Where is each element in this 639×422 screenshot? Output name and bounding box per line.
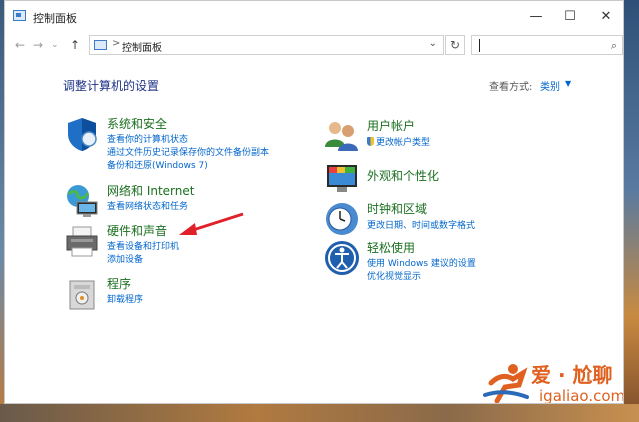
clock-icon[interactable] <box>323 200 361 238</box>
desktop-background-bottom <box>0 404 639 422</box>
page-heading: 调整计算机的设置 <box>63 79 160 93</box>
annotation-arrow-icon <box>179 212 244 235</box>
refresh-button[interactable]: ↻ <box>445 35 465 55</box>
breadcrumb-control-panel[interactable]: 控制面板 <box>122 39 162 54</box>
maximize-button[interactable]: ☐ <box>553 1 587 33</box>
site-watermark: 爱 · 尬聊 igaliao.com <box>483 357 624 404</box>
category-title[interactable]: 外观和个性化 <box>367 167 439 184</box>
watermark-runner-logo-icon <box>483 364 529 403</box>
watermark-domain-text: igaliao.com <box>539 387 624 404</box>
appearance-icon[interactable] <box>323 159 361 197</box>
link-uninstall-program[interactable]: 卸载程序 <box>107 292 143 305</box>
control-panel-small-icon <box>94 40 107 50</box>
network-icon[interactable] <box>63 182 101 220</box>
uac-shield-icon <box>367 137 374 146</box>
view-by-chevron-icon[interactable]: ▼ <box>565 79 571 88</box>
accessibility-icon[interactable] <box>323 239 361 277</box>
watermark-chinese-text: 爱 · 尬聊 <box>531 363 613 387</box>
link-change-account-type[interactable]: 更改帐户类型 <box>367 135 430 148</box>
minimize-button[interactable]: — <box>519 1 553 33</box>
category-title[interactable]: 系统和安全 <box>107 115 167 132</box>
search-icon[interactable]: ⌕ <box>611 39 617 53</box>
link-date-time-format[interactable]: 更改日期、时间或数字格式 <box>367 218 475 231</box>
link-view-computer-status[interactable]: 查看你的计算机状态 <box>107 132 188 145</box>
search-box[interactable]: ⌕ <box>471 35 623 55</box>
close-button[interactable]: ✕ <box>589 1 623 33</box>
category-title[interactable]: 用户帐户 <box>367 117 415 134</box>
view-by-label: 查看方式: <box>489 82 533 93</box>
category-title[interactable]: 硬件和声音 <box>107 222 167 239</box>
category-title[interactable]: 时钟和区域 <box>367 200 427 217</box>
address-bar[interactable]: > 控制面板 ⌄ <box>89 35 444 55</box>
control-panel-icon <box>13 10 26 21</box>
users-icon[interactable] <box>323 117 361 155</box>
programs-icon[interactable] <box>63 275 101 313</box>
link-add-device[interactable]: 添加设备 <box>107 252 143 265</box>
forward-button[interactable]: → <box>33 38 43 52</box>
link-devices-printers[interactable]: 查看设备和打印机 <box>107 239 179 252</box>
category-title[interactable]: 网络和 Internet <box>107 182 194 199</box>
address-dropdown[interactable]: ⌄ <box>429 38 437 49</box>
back-button[interactable]: ← <box>15 38 25 52</box>
printer-icon[interactable] <box>63 222 101 260</box>
link-label: 更改帐户类型 <box>376 138 431 148</box>
category-title[interactable]: 程序 <box>107 275 131 292</box>
link-backup-restore[interactable]: 备份和还原(Windows 7) <box>107 158 208 171</box>
up-button[interactable]: ↑ <box>70 38 80 52</box>
window-title: 控制面板 <box>33 12 77 25</box>
link-optimize-display[interactable]: 优化视觉显示 <box>367 269 421 282</box>
text-caret <box>479 39 480 52</box>
view-by-dropdown[interactable]: 类别 <box>540 78 560 93</box>
search-input[interactable] <box>478 38 596 52</box>
breadcrumb-separator[interactable]: > <box>112 38 120 49</box>
recent-locations-dropdown[interactable]: ⌄ <box>51 38 59 52</box>
shield-icon[interactable] <box>63 115 101 153</box>
link-recommended-settings[interactable]: 使用 Windows 建议的设置 <box>367 256 476 269</box>
title-bar: 控制面板 — ☐ ✕ <box>5 1 623 33</box>
category-title[interactable]: 轻松使用 <box>367 239 415 256</box>
control-panel-window: 控制面板 — ☐ ✕ ← → ⌄ ↑ > 控制面板 ⌄ ↻ ⌕ 调整计算机的设置… <box>4 0 624 404</box>
link-file-history[interactable]: 通过文件历史记录保存你的文件备份副本 <box>107 145 269 158</box>
